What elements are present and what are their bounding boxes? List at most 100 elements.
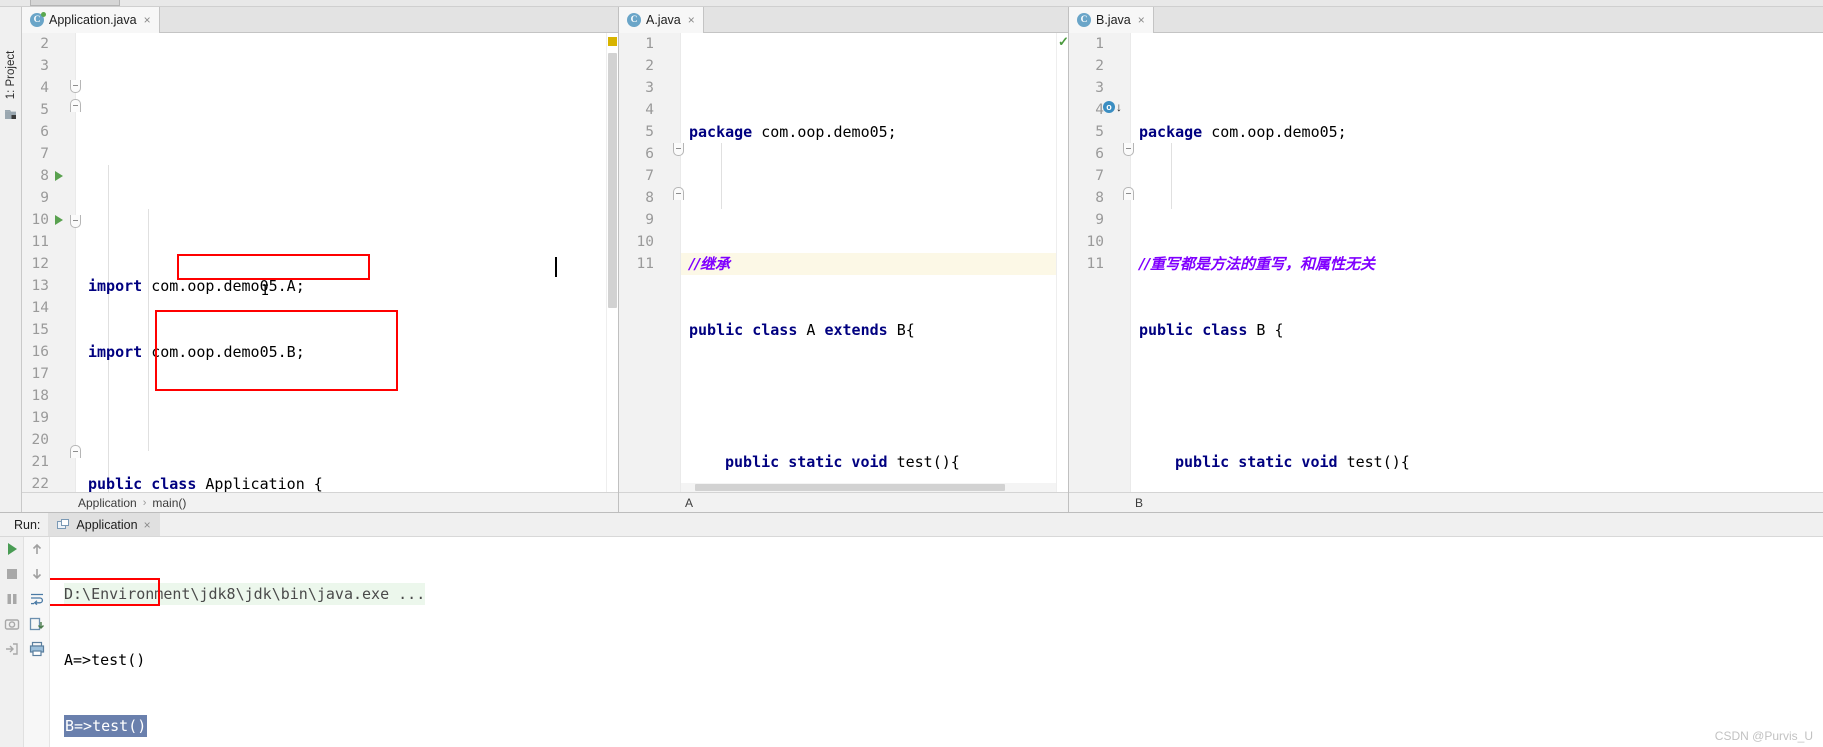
code-line: package com.oop.demo05;: [1131, 121, 1823, 143]
code-text: A: [797, 321, 825, 339]
editor-pane-application: C Application.java × 2 3 4 5 6 7 8 9 10 …: [22, 7, 619, 512]
breadcrumb-item[interactable]: A: [685, 496, 693, 510]
line-number: 7: [40, 146, 49, 162]
import-icon[interactable]: [4, 641, 20, 657]
structure-icon[interactable]: [5, 107, 18, 119]
code-text: Application {: [196, 475, 323, 492]
run-toolbar-left: [0, 537, 24, 747]
inspection-ok-icon[interactable]: ✓: [1058, 35, 1068, 48]
rerun-icon[interactable]: [4, 541, 20, 557]
line-number: 3: [1095, 80, 1104, 96]
java-class-icon: C: [30, 11, 46, 27]
editor-body-pane2[interactable]: 1 2 3 4 5 6 7 8 9 10 11 package com.oop.…: [619, 33, 1068, 492]
line-number: 10: [636, 234, 654, 250]
close-icon[interactable]: ×: [688, 14, 695, 26]
breadcrumb-item[interactable]: main(): [152, 496, 186, 510]
code-text: B{: [887, 321, 915, 339]
line-number: 14: [31, 300, 49, 316]
code-text-pane3[interactable]: package com.oop.demo05; //重写都是方法的重写，和属性无…: [1131, 33, 1823, 492]
run-toolbar-secondary: [24, 537, 50, 747]
editor-body-pane1[interactable]: 2 3 4 5 6 7 8 9 10 11 12 13 14 15 16 17 …: [22, 33, 618, 492]
code-line: import com.oop.demo05.A;: [76, 275, 606, 297]
line-number: 17: [31, 366, 49, 382]
line-number: 19: [31, 410, 49, 426]
overridden-method-gutter-icon[interactable]: o ↓: [1103, 101, 1122, 113]
code-line: public class B {: [1131, 319, 1823, 341]
console-output-line-2-selected[interactable]: B=>test(): [64, 715, 148, 737]
code-text-pane1[interactable]: import com.oop.demo05.A; import com.oop.…: [76, 33, 606, 492]
line-number: 21: [31, 454, 49, 470]
editor-pane-b: C B.java × 1 2 3 4 5 6 7 8 9 10 11 o ↓ p…: [1069, 7, 1823, 512]
console-output[interactable]: D:\Environment\jdk8\jdk\bin\java.exe ...…: [50, 537, 1823, 747]
console-command-line: D:\Environment\jdk8\jdk\bin\java.exe ...: [64, 583, 426, 605]
breadcrumb-item[interactable]: Application: [78, 496, 137, 510]
code-line: public class Application {: [76, 473, 606, 492]
code-text: B {: [1247, 321, 1284, 339]
breadcrumb: Application › main(): [22, 492, 618, 512]
tabbar-pane1: C Application.java ×: [22, 7, 618, 33]
screenshot-icon[interactable]: [4, 616, 20, 632]
tab-b-java[interactable]: C B.java ×: [1069, 7, 1154, 33]
pause-icon[interactable]: [4, 591, 20, 607]
run-gutter-icon-main[interactable]: [55, 215, 63, 225]
soft-wrap-icon[interactable]: [29, 591, 45, 607]
run-window-label: Run:: [14, 517, 41, 532]
gutter-pane1[interactable]: 2 3 4 5 6 7 8 9 10 11 12 13 14 15 16 17 …: [22, 33, 81, 492]
keyword: package: [689, 123, 753, 141]
stop-icon[interactable]: [4, 566, 20, 582]
todo-marker[interactable]: [608, 37, 617, 46]
line-number: 15: [31, 322, 49, 338]
marker-bar-pane1[interactable]: [606, 33, 618, 492]
tab-application-java[interactable]: C Application.java ×: [22, 7, 160, 33]
line-number: 12: [31, 256, 49, 272]
left-tool-rail: 1: Project: [0, 7, 22, 512]
line-number: 4: [645, 102, 654, 118]
line-number: 7: [645, 168, 654, 184]
intellij-idea-window: 1: Project C Application.java × 2 3 4 5 …: [0, 0, 1823, 747]
line-number: 5: [645, 124, 654, 140]
toolbar-fragment: [30, 0, 120, 6]
code-line: package com.oop.demo05;: [681, 121, 1056, 143]
scrollbar-thumb[interactable]: [695, 484, 1005, 491]
tab-a-java[interactable]: C A.java ×: [619, 7, 704, 33]
close-icon[interactable]: ×: [144, 14, 151, 26]
chevron-right-icon: ›: [142, 496, 147, 509]
horizontal-scrollbar-pane2[interactable]: [681, 483, 1056, 492]
code-text-pane2[interactable]: package com.oop.demo05; //继承 public clas…: [681, 33, 1056, 492]
code-text: com.oop.demo05;: [752, 123, 897, 141]
sidebar-item-project[interactable]: 1: Project: [5, 43, 17, 107]
run-tab-application[interactable]: Application ×: [48, 513, 160, 536]
save-output-icon[interactable]: [29, 616, 45, 632]
close-icon[interactable]: ×: [1138, 14, 1145, 26]
arrow-up-icon[interactable]: [29, 541, 45, 557]
line-number: 8: [1095, 190, 1104, 206]
arrow-down-icon[interactable]: [29, 566, 45, 582]
line-number: 8: [40, 168, 49, 184]
keyword: import: [88, 277, 143, 295]
print-icon[interactable]: [29, 641, 45, 657]
console-output-line-1: A=>test(): [64, 651, 146, 669]
tab-label: A.java: [646, 12, 681, 27]
gutter-pane2[interactable]: 1 2 3 4 5 6 7 8 9 10 11: [619, 33, 684, 492]
close-icon[interactable]: ×: [144, 518, 151, 532]
scrollbar-thumb[interactable]: [608, 53, 617, 308]
java-class-icon: C: [627, 12, 641, 27]
breadcrumb-item[interactable]: B: [1135, 496, 1143, 510]
code-text: com.oop.demo05.B;: [142, 343, 305, 361]
line-number: 9: [1095, 212, 1104, 228]
editor-area-row: 1: Project C Application.java × 2 3 4 5 …: [0, 7, 1823, 512]
line-number: 10: [31, 212, 49, 228]
editor-body-pane3[interactable]: 1 2 3 4 5 6 7 8 9 10 11 o ↓ package com.…: [1069, 33, 1823, 492]
keyword: package: [1139, 123, 1203, 141]
mouse-text-cursor: I: [261, 283, 270, 299]
code-text: test(){: [1337, 453, 1410, 471]
gutter-pane3[interactable]: 1 2 3 4 5 6 7 8 9 10 11 o ↓: [1069, 33, 1134, 492]
marker-bar-pane2[interactable]: ✓: [1056, 33, 1068, 492]
keyword: public class: [689, 321, 798, 339]
run-gutter-icon-class[interactable]: [55, 171, 63, 181]
